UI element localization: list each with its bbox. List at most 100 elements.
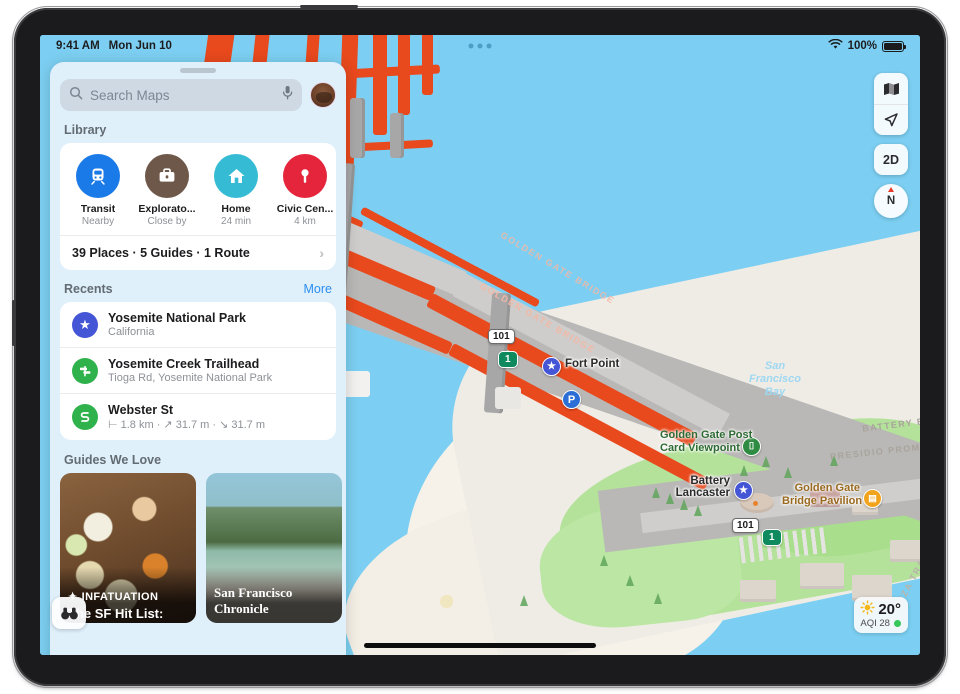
train-icon: [76, 154, 120, 198]
recents-heading: Recents: [64, 282, 113, 296]
map-building: [740, 580, 776, 602]
recents-more-button[interactable]: More: [304, 282, 332, 296]
location-arrow-icon[interactable]: [874, 104, 908, 135]
binoculars-icon[interactable]: [52, 597, 86, 629]
sidebar-grab-handle[interactable]: [180, 68, 216, 73]
device-screen: GOLDEN GATE BRIDGE GOLDEN GATE BRIDGE Sa…: [40, 35, 920, 655]
battery-percent: 100%: [847, 40, 877, 52]
map-tree: [740, 465, 748, 476]
microphone-icon[interactable]: [282, 85, 293, 105]
multitasking-dots-icon[interactable]: [468, 43, 492, 49]
library-tile-exploratorium[interactable]: Explorato... Close by: [136, 154, 198, 227]
map-marker-pavilion[interactable]: ▤: [863, 489, 882, 508]
map-layers-icon[interactable]: [874, 73, 908, 104]
list-item-title: Webster St: [108, 403, 174, 417]
home-indicator[interactable]: [364, 643, 596, 648]
list-item[interactable]: Webster St ⊢ 1.8 km · ↗ 31.7 m · ↘ 31.7 …: [60, 393, 336, 440]
library-heading-row: Library: [50, 121, 346, 143]
map-building: [810, 487, 840, 507]
guide-card[interactable]: San Francisco Chronicle: [206, 473, 342, 623]
map-control-group-top: [874, 73, 908, 135]
bridge-pylon-small: [390, 113, 404, 158]
weather-aqi-row: AQI 28: [860, 618, 901, 629]
dimension-toggle-button[interactable]: 2D: [874, 144, 908, 175]
maps-sidebar-panel[interactable]: Search Maps Library Transit Nearby Explo…: [50, 62, 346, 655]
star-icon: ★: [72, 311, 98, 338]
library-tile-sub: Nearby: [81, 216, 115, 227]
map-tree: [600, 555, 608, 566]
list-item-subtitle: ⊢ 1.8 km · ↗ 31.7 m · ↘ 31.7 m: [108, 419, 266, 431]
guide-brand-text: INFATUATION: [81, 590, 159, 603]
library-tile-name: Civic Cen...: [276, 203, 334, 215]
map-marker-viewpoint[interactable]: ⌷: [742, 437, 761, 456]
map-building: [800, 563, 844, 589]
sun-icon: [860, 600, 875, 619]
list-item-subtitle: California: [108, 326, 155, 338]
library-tile-name: Explorato...: [138, 203, 196, 215]
map-tree: [654, 593, 662, 604]
map-shield-101-upper: 101: [488, 329, 515, 344]
library-tile-transit[interactable]: Transit Nearby: [67, 154, 129, 227]
status-bar-left: 9:41 AM Mon Jun 10: [56, 40, 172, 52]
search-icon: [69, 86, 83, 105]
battery-icon: [882, 40, 906, 52]
map-tree: [652, 487, 660, 498]
map-marker-battery-lancaster[interactable]: ★: [734, 481, 753, 500]
guides-heading-row: Guides We Love: [50, 440, 346, 473]
chronicle-logo-icon: San Francisco Chronicle: [214, 585, 293, 616]
map-tree: [784, 467, 792, 478]
map-label-golden-gate-bridge-2: GOLDEN GATE BRIDGE: [498, 229, 617, 307]
search-placeholder: Search Maps: [90, 87, 170, 103]
map-tree: [762, 456, 770, 467]
trail-signpost-icon: [72, 357, 98, 384]
library-tile-sub: 24 min: [220, 216, 251, 227]
map-building: [890, 540, 920, 562]
user-avatar[interactable]: [310, 82, 336, 108]
aqi-label: AQI 28: [860, 618, 890, 629]
library-tiles: Transit Nearby Explorato... Close by Hom…: [60, 143, 336, 235]
list-item-text: Yosemite National Park California: [108, 311, 246, 338]
list-item-text: Webster St ⊢ 1.8 km · ↗ 31.7 m · ↘ 31.7 …: [108, 403, 265, 431]
map-tree: [830, 455, 838, 466]
library-tile-name: Home: [221, 203, 251, 215]
map-tree: [680, 499, 688, 510]
status-time: 9:41 AM: [56, 40, 100, 52]
weather-widget[interactable]: 20° AQI 28: [854, 597, 908, 633]
map-marker-parking[interactable]: P: [562, 390, 581, 409]
battery-fill: [884, 42, 902, 50]
search-input[interactable]: Search Maps: [60, 79, 302, 111]
map-tree: [520, 595, 528, 606]
library-summary-row[interactable]: 39 Places · 5 Guides · 1 Route ›: [60, 235, 336, 270]
compass-icon[interactable]: N: [874, 184, 908, 218]
weather-temperature-row: 20°: [860, 600, 901, 619]
recents-heading-row: Recents More: [50, 270, 346, 302]
list-item-title: Yosemite Creek Trailhead: [108, 357, 260, 371]
winding-route-icon: [72, 404, 98, 430]
map-shield-101-lower: 101: [732, 518, 759, 533]
map-islet: [440, 595, 453, 608]
weather-temperature: 20°: [878, 601, 901, 618]
chevron-right-icon: ›: [319, 245, 324, 261]
aqi-status-dot: [893, 620, 901, 627]
ipad-device-frame: GOLDEN GATE BRIDGE GOLDEN GATE BRIDGE Sa…: [0, 0, 960, 694]
list-item[interactable]: ★ Yosemite National Park California: [60, 302, 336, 347]
briefcase-icon: [145, 154, 189, 198]
list-item-title: Yosemite National Park: [108, 311, 247, 325]
library-tile-sub: Close by: [147, 216, 187, 227]
library-card: Transit Nearby Explorato... Close by Hom…: [60, 143, 336, 270]
map-tree: [626, 575, 634, 586]
library-tile-home[interactable]: Home 24 min: [205, 154, 267, 227]
map-controls: 2D N: [874, 73, 908, 218]
map-marker-fort-point[interactable]: ★: [542, 357, 561, 376]
wifi-icon: [828, 38, 843, 53]
map-poi-dot: [753, 501, 758, 506]
list-item[interactable]: Yosemite Creek Trailhead Tioga Rd, Yosem…: [60, 347, 336, 393]
dot: [477, 43, 483, 49]
map-tree: [694, 505, 702, 516]
volume-button[interactable]: [12, 300, 15, 346]
dot: [486, 43, 492, 49]
power-button[interactable]: [300, 5, 358, 8]
library-tile-civic-center[interactable]: Civic Cen... 4 km: [274, 154, 336, 227]
library-tile-sub: 4 km: [294, 216, 316, 227]
map-tree: [666, 493, 674, 504]
